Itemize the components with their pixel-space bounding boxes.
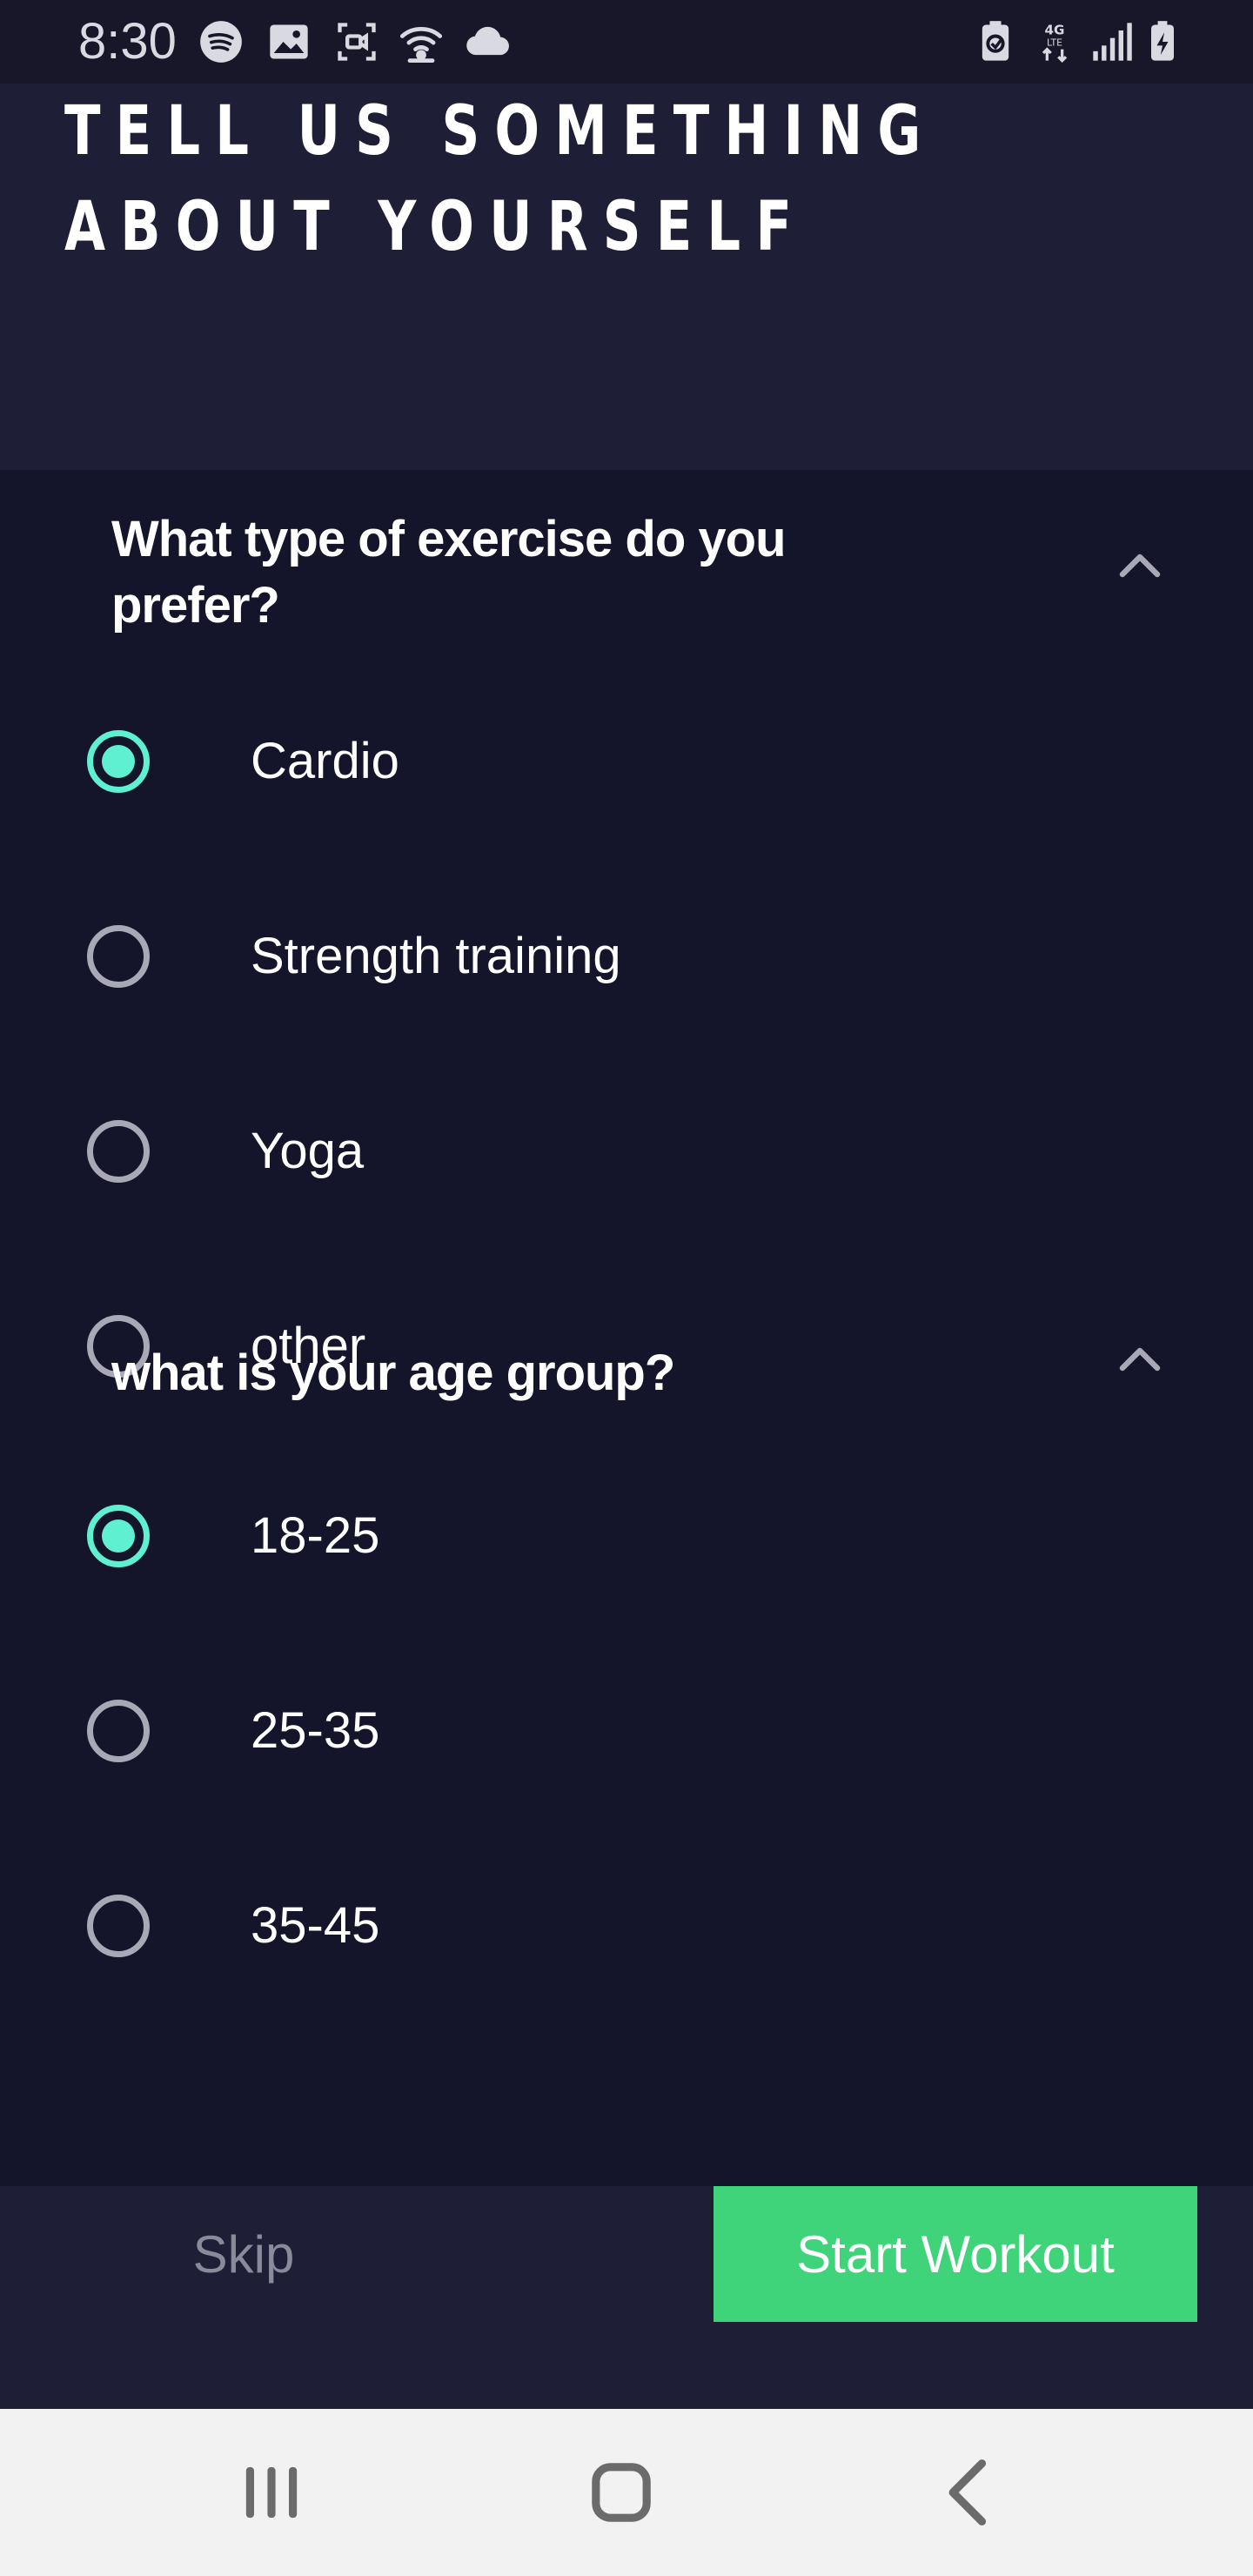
radio-button-selected[interactable] (87, 730, 150, 793)
option-yoga[interactable]: Yoga (87, 1095, 1166, 1208)
option-label: Cardio (251, 733, 399, 789)
gallery-icon (266, 19, 312, 64)
header: TELL US SOMETHING ABOUT YOURSELF (0, 84, 1253, 470)
svg-text:4G: 4G (1045, 22, 1065, 37)
cloud-icon (465, 19, 510, 64)
option-label: 35-45 (251, 1897, 380, 1954)
radio-button[interactable] (87, 1120, 150, 1183)
option-label: Strength training (251, 928, 621, 984)
start-workout-button[interactable]: Start Workout (714, 2186, 1197, 2322)
radio-button-selected[interactable] (87, 1505, 150, 1567)
4g-lte-icon: 4G LTE (1032, 19, 1077, 64)
question-title: what is your age group? (111, 1345, 675, 1401)
question-title: What type of exercise do you prefer? (111, 511, 787, 634)
status-time: 8:30 (78, 13, 177, 70)
recent-apps-icon[interactable] (228, 2449, 315, 2536)
page-title: TELL US SOMETHING ABOUT YOURSELF (64, 92, 936, 266)
battery-saver-icon (973, 19, 1018, 64)
option-cardio[interactable]: Cardio (87, 705, 1166, 818)
skip-button[interactable]: Skip (139, 2186, 348, 2322)
radio-button[interactable] (87, 925, 150, 988)
screen: 8:30 4G LTE TELL US SOMETHING ABOUT YOUR… (0, 0, 1253, 2576)
home-icon[interactable] (578, 2449, 665, 2536)
option-35-45[interactable]: 35-45 (87, 1869, 1166, 1982)
option-label: Yoga (251, 1123, 365, 1179)
radio-button[interactable] (87, 1895, 150, 1957)
footer: Skip Start Workout (0, 2186, 1253, 2409)
option-label: 18-25 (251, 1507, 380, 1564)
option-25-35[interactable]: 25-35 (87, 1674, 1166, 1788)
option-label: 25-35 (251, 1702, 380, 1759)
radio-button[interactable] (87, 1700, 150, 1762)
back-icon[interactable] (928, 2449, 1015, 2536)
question-exercise-type: What type of exercise do you prefer? Car… (0, 470, 1253, 1445)
battery-charging-icon (1140, 19, 1185, 64)
status-bar: 8:30 4G LTE (0, 0, 1253, 84)
chevron-up-icon[interactable] (1114, 540, 1166, 592)
option-18-25[interactable]: 18-25 (87, 1479, 1166, 1593)
question-age-group: what is your age group? 18-25 25-35 35-4… (0, 1345, 1253, 2186)
chevron-up-icon[interactable] (1114, 1333, 1166, 1385)
questions-panel[interactable]: What type of exercise do you prefer? Car… (0, 470, 1253, 2186)
signal-icon (1089, 19, 1135, 64)
option-strength-training[interactable]: Strength training (87, 900, 1166, 1013)
screen-record-icon (334, 19, 379, 64)
wifi-hotspot-icon (399, 19, 444, 64)
svg-text:LTE: LTE (1047, 37, 1062, 48)
navigation-bar (0, 2409, 1253, 2576)
spotify-icon (198, 19, 244, 64)
